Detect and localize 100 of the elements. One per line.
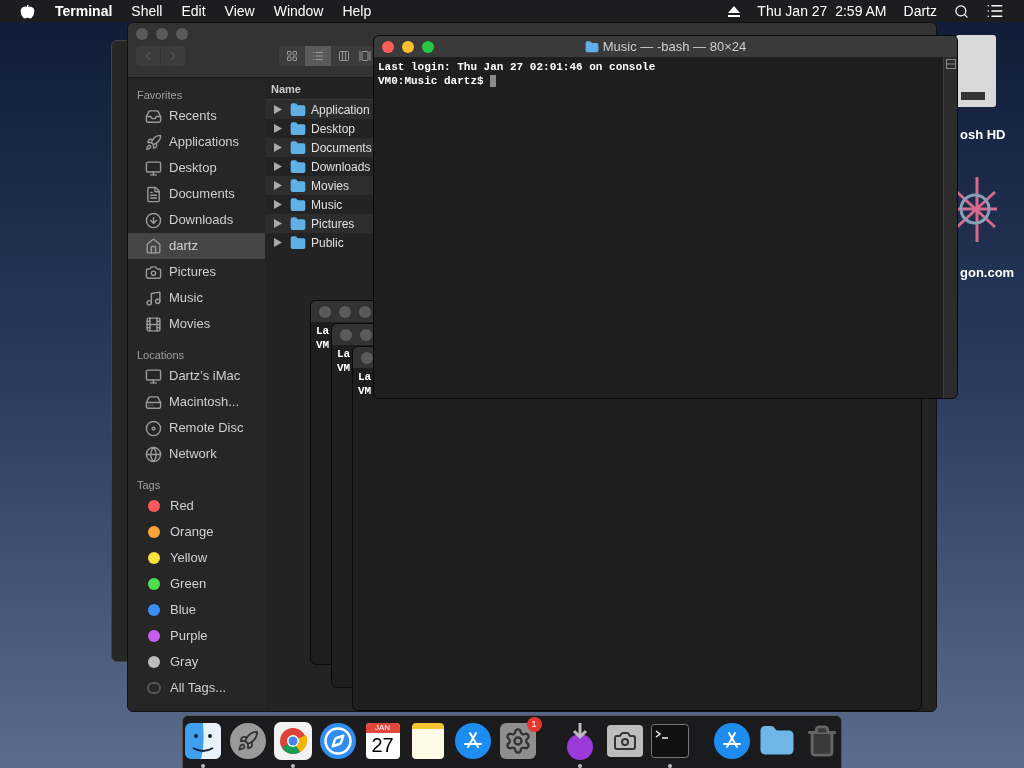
split-pane-icon[interactable] [945,59,956,69]
terminal-text: VM [316,338,330,352]
calendar-app-icon[interactable]: JAN 27 [365,723,400,759]
sidebar-item[interactable]: Orange [128,519,265,545]
hard-drive-icon [145,393,162,411]
sidebar-section-header: Locations [136,348,186,363]
film-icon [145,315,162,333]
column-view-icon [338,50,350,62]
list-view-icon [312,50,324,62]
menu-clock[interactable]: Thu Jan 27 2:59 AM [757,0,887,22]
desktop-icon-label[interactable]: osh HD [960,125,1006,145]
file-name[interactable]: Documents [311,138,372,157]
terminal-text: VM [337,361,351,375]
calendar-month: JAN [365,723,400,733]
disclosure-triangle-icon[interactable] [274,162,282,171]
menu-item[interactable]: Edit [181,0,206,22]
disclosure-triangle-icon[interactable] [274,238,282,247]
app-store-icon[interactable] [713,723,750,759]
all-tags-icon [147,682,161,694]
file-name[interactable]: Music [311,195,343,214]
menu-item[interactable]: Window [273,0,324,22]
menu-list-icon[interactable] [986,2,1004,20]
minimize-button[interactable] [402,40,414,53]
chrome-ring-icon[interactable] [273,722,312,760]
sidebar-item[interactable]: Gray [128,649,265,675]
file-name[interactable]: Pictures [311,214,355,233]
sidebar-section-header: Tags [136,478,162,493]
sidebar-item[interactable]: Recents [128,103,265,129]
menu-item[interactable]: Shell [131,0,163,22]
sidebar-item[interactable]: Desktop [128,155,265,181]
disclosure-triangle-icon[interactable] [274,105,282,114]
sidebar-section-header: Favorites [136,88,184,103]
sidebar-item[interactable]: Remote Disc [128,415,265,441]
file-name[interactable]: Downloads [311,157,371,176]
download-icon [145,211,162,229]
sidebar-item[interactable]: Downloads [128,207,265,233]
search-icon[interactable] [954,3,969,19]
gallery-view-button[interactable] [357,46,373,66]
sidebar-item[interactable]: Blue [128,597,265,623]
calendar-day: 27 [371,733,394,757]
music-note-icon [145,289,162,307]
sidebar-item[interactable]: Pictures [128,259,265,285]
camera-app-icon[interactable] [606,725,643,757]
finder-face-icon[interactable] [182,721,223,761]
file-name[interactable]: Application [311,100,370,119]
sidebar-item[interactable]: Movies [128,311,265,337]
terminal-text: La [337,347,351,361]
sidebar-item[interactable]: Yellow [128,545,265,571]
close-button[interactable] [382,40,394,53]
terminal-text: La [316,324,330,338]
gear-app-icon[interactable] [499,723,536,759]
grid-view-button[interactable] [279,46,305,66]
sidebar-item[interactable]: Applications [128,129,265,155]
sidebar-item[interactable]: Macintosh... [128,389,265,415]
menu-item[interactable]: Help [342,0,372,22]
terminal-text: Last login: Thu Jan 27 02:01:46 on console [378,60,656,74]
grid-view-icon [286,50,298,62]
disc-icon [145,419,162,437]
desktop-icon-label[interactable]: gon.com [960,263,1015,283]
sidebar-item[interactable]: Green [128,571,265,597]
menu-item[interactable]: View [224,0,255,22]
user-menu[interactable]: Dartz [903,0,937,22]
sidebar-item[interactable]: Music [128,285,265,311]
disclosure-triangle-icon[interactable] [274,219,282,228]
sidebar-item[interactable]: All Tags... [128,675,265,701]
scrollbar[interactable] [943,57,957,398]
folder-icon [290,158,306,175]
sidebar-item[interactable]: Red [128,493,265,519]
eject-icon[interactable] [728,5,741,17]
sidebar-item[interactable]: Purple [128,623,265,649]
compass-icon[interactable] [319,723,356,759]
disclosure-triangle-icon[interactable] [274,143,282,152]
folder-icon [290,120,306,137]
apple-icon[interactable] [20,3,35,19]
app-store-icon[interactable] [454,723,491,759]
disclosure-triangle-icon[interactable] [274,181,282,190]
folder-icon [290,234,306,251]
window-title: Music — -bash — 80×24 [602,37,747,56]
folder-icon [290,177,306,194]
monitor-icon [145,159,162,177]
terminal-app-icon[interactable] [650,724,689,758]
terminal-text: La [358,370,372,384]
notepad-icon[interactable] [411,723,444,759]
column-view-button[interactable] [331,46,357,66]
file-name[interactable]: Movies [311,176,349,195]
disclosure-triangle-icon[interactable] [274,124,282,133]
sidebar-item[interactable]: Network [128,441,265,467]
sidebar-item[interactable]: dartz [128,233,265,259]
hard-drive-icon[interactable] [955,34,997,108]
monitor-icon [145,367,162,385]
zoom-button[interactable] [422,40,434,53]
app-menu[interactable]: Terminal [55,0,113,22]
file-name[interactable]: Public [311,233,344,252]
disclosure-triangle-icon[interactable] [274,200,282,209]
sidebar-item[interactable]: Documents [128,181,265,207]
folder-icon [290,215,306,232]
rocket-icon [145,133,162,151]
rocket-app-icon[interactable] [229,723,266,759]
sidebar-item[interactable]: Dartz’s iMac [128,363,265,389]
file-name[interactable]: Desktop [311,119,356,138]
